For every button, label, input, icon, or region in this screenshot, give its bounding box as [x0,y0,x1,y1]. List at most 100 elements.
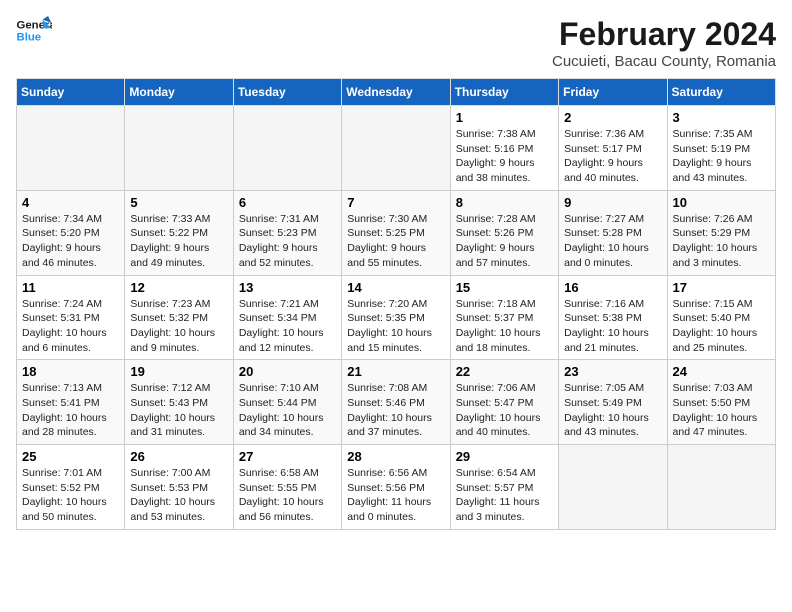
header-friday: Friday [559,79,667,106]
day-info: Sunrise: 6:56 AM Sunset: 5:56 PM Dayligh… [347,466,444,525]
day-number: 5 [130,195,227,210]
calendar-week-4: 18Sunrise: 7:13 AM Sunset: 5:41 PM Dayli… [17,360,776,445]
header-saturday: Saturday [667,79,775,106]
day-number: 19 [130,364,227,379]
day-info: Sunrise: 7:28 AM Sunset: 5:26 PM Dayligh… [456,212,553,271]
day-number: 17 [673,280,770,295]
day-number: 9 [564,195,661,210]
day-info: Sunrise: 7:30 AM Sunset: 5:25 PM Dayligh… [347,212,444,271]
day-number: 8 [456,195,553,210]
day-info: Sunrise: 7:18 AM Sunset: 5:37 PM Dayligh… [456,297,553,356]
day-info: Sunrise: 7:15 AM Sunset: 5:40 PM Dayligh… [673,297,770,356]
day-info: Sunrise: 7:01 AM Sunset: 5:52 PM Dayligh… [22,466,119,525]
title-section: February 2024 Cucuieti, Bacau County, Ro… [552,16,776,70]
day-info: Sunrise: 7:36 AM Sunset: 5:17 PM Dayligh… [564,127,661,186]
day-info: Sunrise: 7:26 AM Sunset: 5:29 PM Dayligh… [673,212,770,271]
table-row: 18Sunrise: 7:13 AM Sunset: 5:41 PM Dayli… [17,360,125,445]
day-info: Sunrise: 7:38 AM Sunset: 5:16 PM Dayligh… [456,127,553,186]
day-number: 7 [347,195,444,210]
table-row: 22 Sunrise: 7:06 AM Sunset: 5:47 PM Dayli… [450,360,558,445]
day-number: 23 [564,364,661,379]
table-row: 21 Sunrise: 7:08 AM Sunset: 5:46 PM Dayli… [342,360,450,445]
table-row: 17 Sunrise: 7:15 AM Sunset: 5:40 PM Dayli… [667,275,775,360]
header-monday: Monday [125,79,233,106]
calendar-table: Sunday Monday Tuesday Wednesday Thursday… [16,78,776,530]
day-number: 25 [22,449,119,464]
table-row: 29 Sunrise: 6:54 AM Sunset: 5:57 PM Dayli… [450,445,558,530]
table-row: 15 Sunrise: 7:18 AM Sunset: 5:37 PM Dayli… [450,275,558,360]
day-number: 28 [347,449,444,464]
day-info: Sunrise: 7:06 AM Sunset: 5:47 PM Dayligh… [456,381,553,440]
table-row: 24Sunrise: 7:03 AM Sunset: 5:50 PM Dayli… [667,360,775,445]
day-number: 14 [347,280,444,295]
table-row [342,106,450,191]
page-subtitle: Cucuieti, Bacau County, Romania [552,53,776,70]
page-header: General Blue February 2024 Cucuieti, Bac… [16,16,776,70]
day-number: 27 [239,449,336,464]
table-row: 26Sunrise: 7:00 AM Sunset: 5:53 PM Dayli… [125,445,233,530]
day-info: Sunrise: 6:54 AM Sunset: 5:57 PM Dayligh… [456,466,553,525]
header-wednesday: Wednesday [342,79,450,106]
calendar-week-1: 1Sunrise: 7:38 AM Sunset: 5:16 PM Daylig… [17,106,776,191]
day-info: Sunrise: 7:12 AM Sunset: 5:43 PM Dayligh… [130,381,227,440]
day-number: 11 [22,280,119,295]
day-number: 4 [22,195,119,210]
day-info: Sunrise: 7:24 AM Sunset: 5:31 PM Dayligh… [22,297,119,356]
page-title: February 2024 [552,16,776,53]
table-row: 25 Sunrise: 7:01 AM Sunset: 5:52 PM Dayli… [17,445,125,530]
table-row [125,106,233,191]
day-info: Sunrise: 7:27 AM Sunset: 5:28 PM Dayligh… [564,212,661,271]
day-number: 29 [456,449,553,464]
table-row: 8 Sunrise: 7:28 AM Sunset: 5:26 PM Daylig… [450,190,558,275]
calendar-header-row: Sunday Monday Tuesday Wednesday Thursday… [17,79,776,106]
day-info: Sunrise: 7:33 AM Sunset: 5:22 PM Dayligh… [130,212,227,271]
table-row: 6Sunrise: 7:31 AM Sunset: 5:23 PM Daylig… [233,190,341,275]
svg-text:Blue: Blue [17,32,42,44]
table-row [233,106,341,191]
day-number: 22 [456,364,553,379]
table-row: 23 Sunrise: 7:05 AM Sunset: 5:49 PM Dayli… [559,360,667,445]
day-info: Sunrise: 6:58 AM Sunset: 5:55 PM Dayligh… [239,466,336,525]
table-row: 20 Sunrise: 7:10 AM Sunset: 5:44 PM Dayli… [233,360,341,445]
table-row: 3 Sunrise: 7:35 AM Sunset: 5:19 PM Daylig… [667,106,775,191]
day-number: 6 [239,195,336,210]
day-number: 3 [673,110,770,125]
day-info: Sunrise: 7:20 AM Sunset: 5:35 PM Dayligh… [347,297,444,356]
header-thursday: Thursday [450,79,558,106]
day-info: Sunrise: 7:13 AM Sunset: 5:41 PM Dayligh… [22,381,119,440]
table-row: 1Sunrise: 7:38 AM Sunset: 5:16 PM Daylig… [450,106,558,191]
table-row [667,445,775,530]
day-number: 24 [673,364,770,379]
day-info: Sunrise: 7:10 AM Sunset: 5:44 PM Dayligh… [239,381,336,440]
day-number: 16 [564,280,661,295]
day-number: 13 [239,280,336,295]
day-info: Sunrise: 7:34 AM Sunset: 5:20 PM Dayligh… [22,212,119,271]
table-row: 19 Sunrise: 7:12 AM Sunset: 5:43 PM Dayli… [125,360,233,445]
table-row [559,445,667,530]
table-row: 12 Sunrise: 7:23 AM Sunset: 5:32 PM Dayli… [125,275,233,360]
calendar-week-2: 4 Sunrise: 7:34 AM Sunset: 5:20 PM Daylig… [17,190,776,275]
day-info: Sunrise: 7:23 AM Sunset: 5:32 PM Dayligh… [130,297,227,356]
day-number: 10 [673,195,770,210]
day-number: 15 [456,280,553,295]
day-number: 20 [239,364,336,379]
day-number: 21 [347,364,444,379]
table-row: 10 Sunrise: 7:26 AM Sunset: 5:29 PM Dayli… [667,190,775,275]
table-row: 16 Sunrise: 7:16 AM Sunset: 5:38 PM Dayli… [559,275,667,360]
day-info: Sunrise: 7:35 AM Sunset: 5:19 PM Dayligh… [673,127,770,186]
table-row [17,106,125,191]
day-info: Sunrise: 7:08 AM Sunset: 5:46 PM Dayligh… [347,381,444,440]
table-row: 7 Sunrise: 7:30 AM Sunset: 5:25 PM Daylig… [342,190,450,275]
day-info: Sunrise: 7:21 AM Sunset: 5:34 PM Dayligh… [239,297,336,356]
header-tuesday: Tuesday [233,79,341,106]
calendar-week-3: 11 Sunrise: 7:24 AM Sunset: 5:31 PM Dayli… [17,275,776,360]
header-sunday: Sunday [17,79,125,106]
day-number: 26 [130,449,227,464]
table-row: 14 Sunrise: 7:20 AM Sunset: 5:35 PM Dayli… [342,275,450,360]
day-number: 12 [130,280,227,295]
day-info: Sunrise: 7:05 AM Sunset: 5:49 PM Dayligh… [564,381,661,440]
table-row: 5 Sunrise: 7:33 AM Sunset: 5:22 PM Daylig… [125,190,233,275]
table-row: 13 Sunrise: 7:21 AM Sunset: 5:34 PM Dayli… [233,275,341,360]
day-info: Sunrise: 7:16 AM Sunset: 5:38 PM Dayligh… [564,297,661,356]
logo-icon: General Blue [16,16,52,44]
